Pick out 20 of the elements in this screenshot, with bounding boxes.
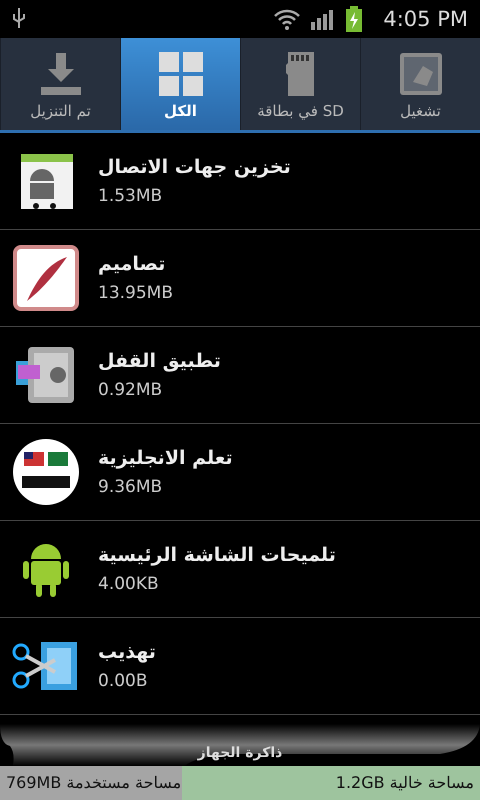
app-name: تطبيق القفل [98,350,221,372]
app-name: تخزين جهات الاتصال [98,156,291,178]
app-size: 0.00B [98,671,148,691]
tab[interactable]: تم التنزيل [0,38,120,130]
app-name: تهذيب [98,641,156,663]
app-name: تصاميم [98,253,166,275]
app-size: 1.53MB [98,186,162,206]
app-name: تلميحات الشاشة الرئيسية [98,544,336,566]
app-name: تعلم الانجليزية [98,447,233,469]
tab[interactable]: في بطاقة SD [240,38,360,130]
used-space-label: 769MB مساحة مستخدمة [6,773,182,792]
storage-title: ذاكرة الجهاز [198,745,282,761]
app-size: 0.92MB [98,380,162,400]
app-size: 13.95MB [98,283,173,303]
app-size: 4.00KB [98,574,159,594]
tab[interactable]: تشغيل [360,38,480,130]
clock: 4:05 PM [383,7,468,31]
free-space-label: 1.2GB مساحة خالية [336,773,474,792]
app-size: 9.36MB [98,477,162,497]
tab[interactable]: الكل [120,38,240,130]
